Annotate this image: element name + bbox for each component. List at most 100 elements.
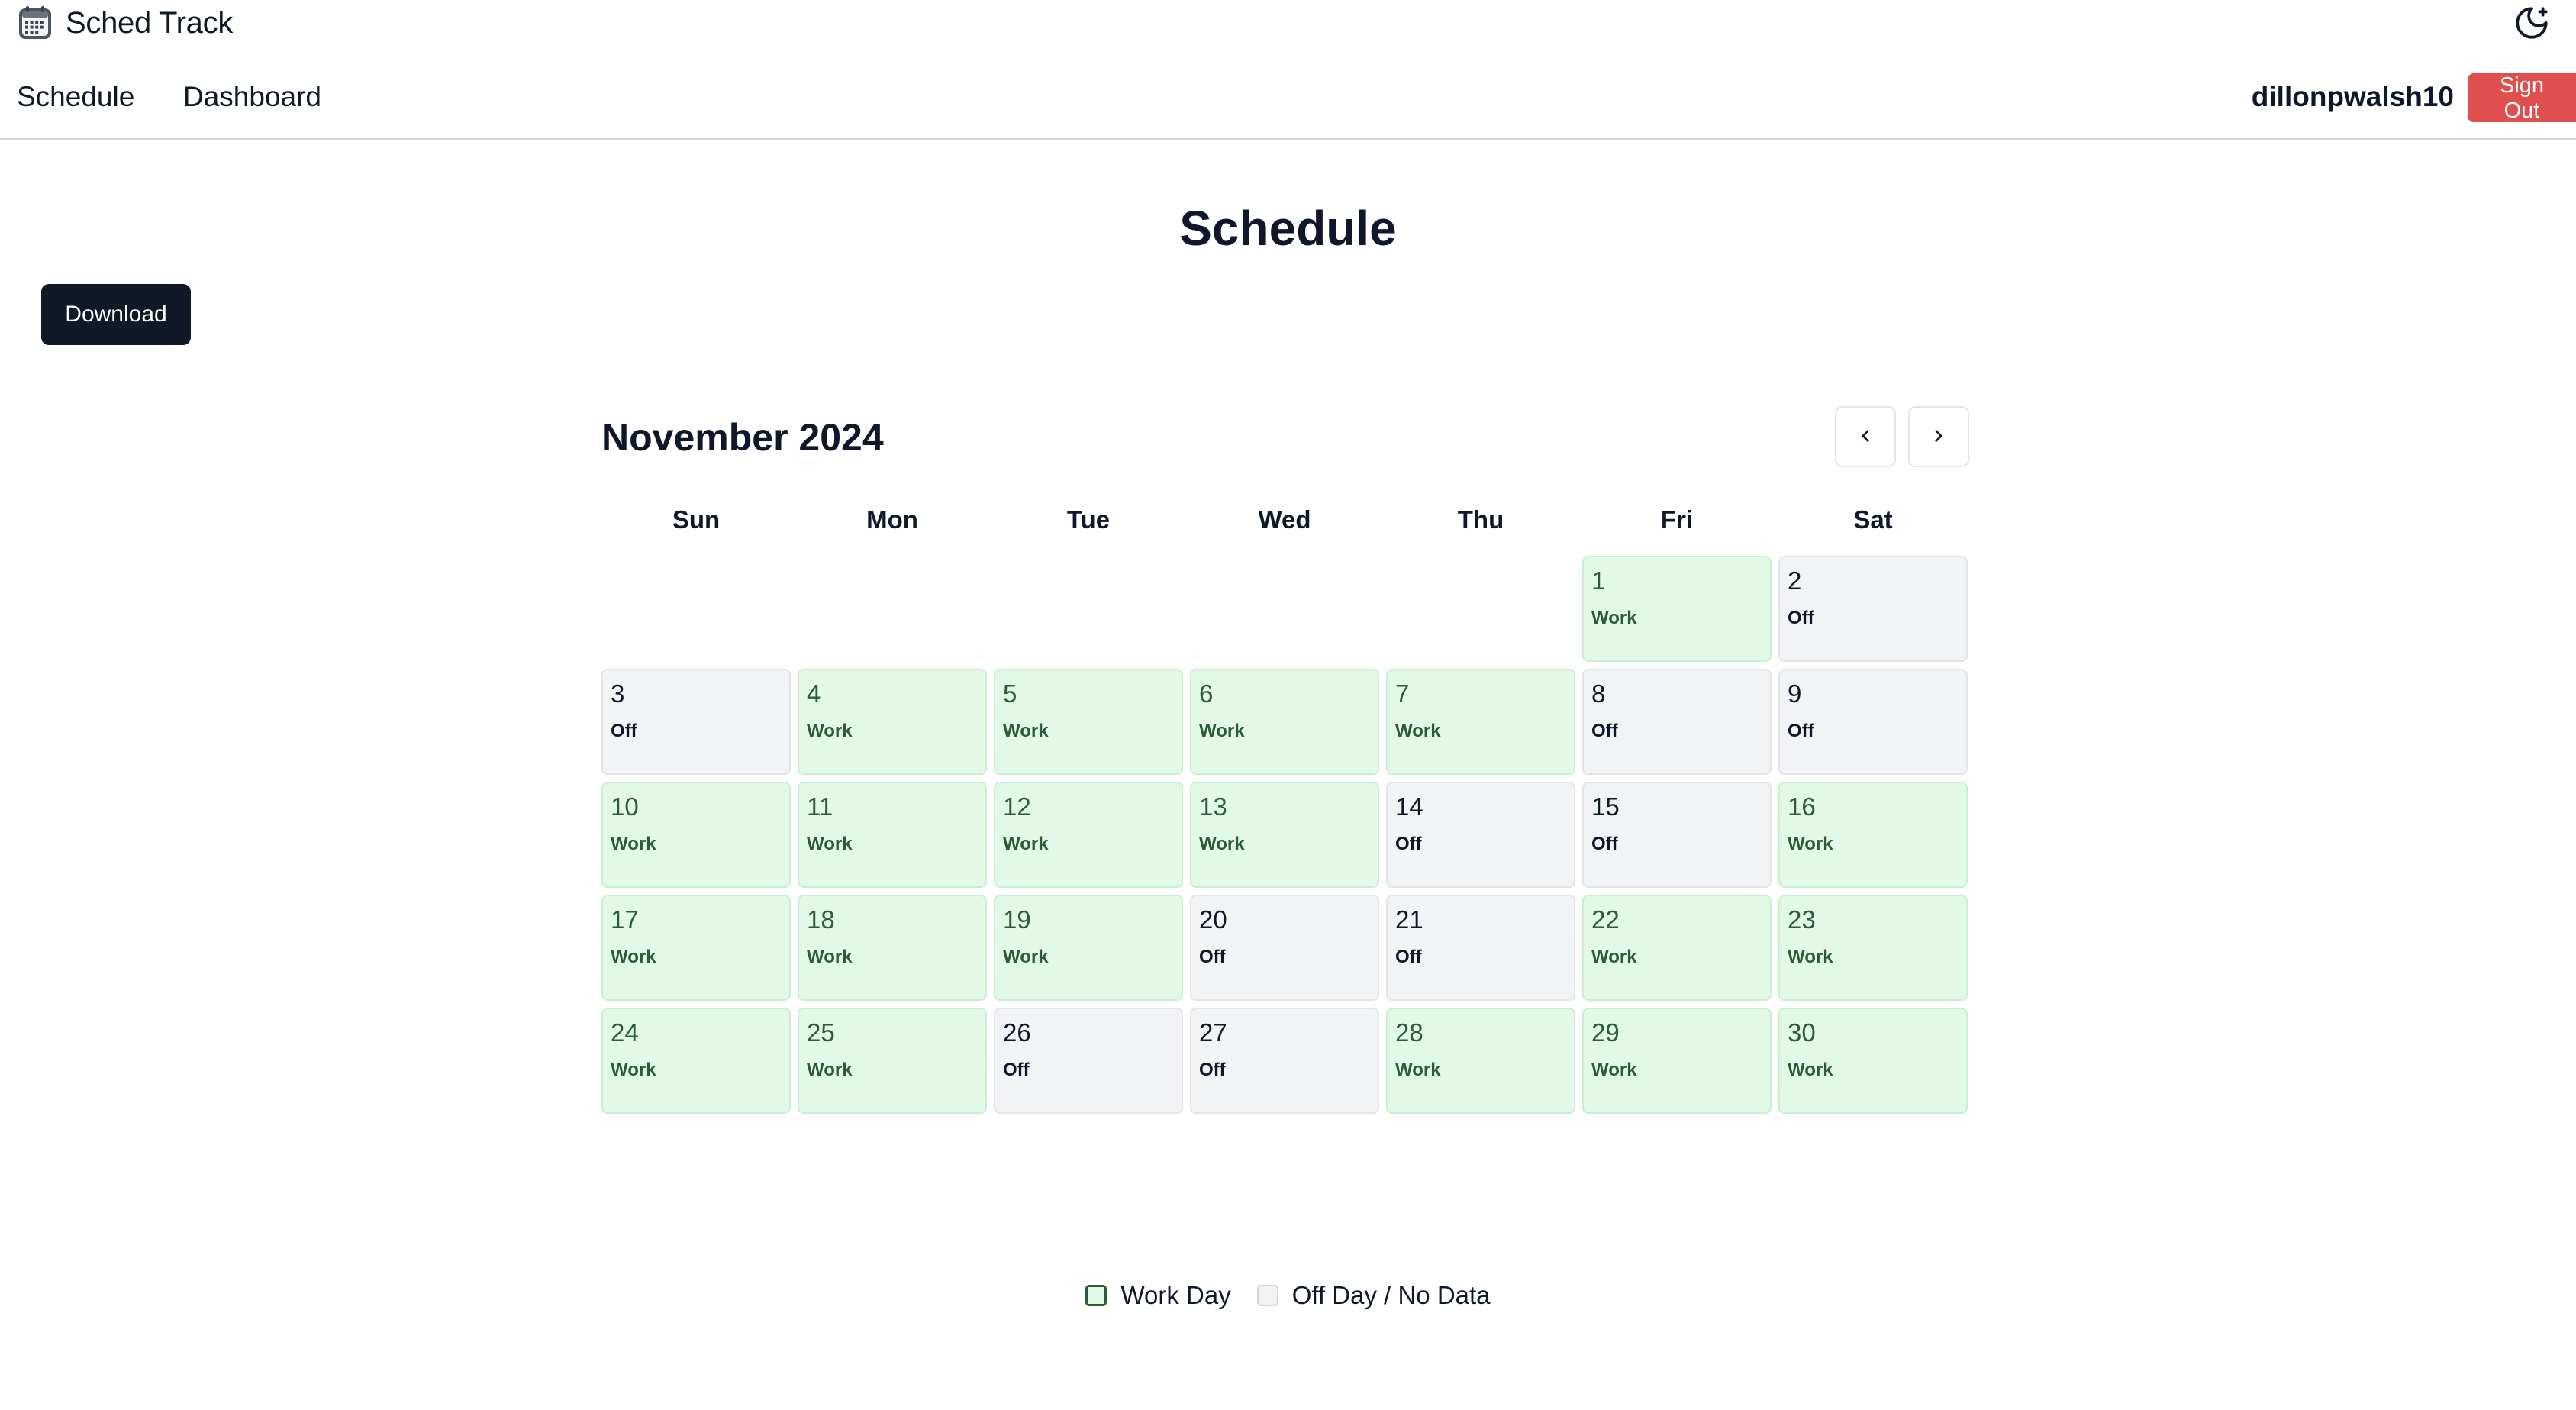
calendar-day-18[interactable]: 18 Work <box>798 895 987 1001</box>
calendar-day-30[interactable]: 30 Work <box>1778 1008 1968 1114</box>
day-number: 5 <box>1003 679 1017 708</box>
day-status: Off <box>611 721 637 741</box>
day-number: 24 <box>611 1018 639 1047</box>
calendar-day-25[interactable]: 25 Work <box>798 1008 987 1114</box>
nav-dashboard-link[interactable]: Dashboard <box>183 81 321 113</box>
legend-work-day: Work Day <box>1085 1281 1231 1310</box>
calendar-day-10[interactable]: 10 Work <box>601 782 791 888</box>
day-number: 1 <box>1591 566 1606 595</box>
day-status: Work <box>611 834 656 854</box>
day-number: 20 <box>1199 905 1227 934</box>
calendar-empty-cell <box>994 556 1183 662</box>
next-month-button[interactable] <box>1908 406 1969 467</box>
calendar-day-27[interactable]: 27 Off <box>1190 1008 1379 1114</box>
calendar-day-16[interactable]: 16 Work <box>1778 782 1968 888</box>
calendar-day-24[interactable]: 24 Work <box>601 1008 791 1114</box>
day-status: Work <box>1003 834 1049 854</box>
calendar-header: November 2024 <box>601 405 1969 470</box>
calendar-day-5[interactable]: 5 Work <box>994 669 1183 775</box>
day-number: 7 <box>1395 679 1410 708</box>
day-number: 21 <box>1395 905 1423 934</box>
weekday-label: Wed <box>1258 505 1311 534</box>
day-number: 19 <box>1003 905 1031 934</box>
calendar-grid: 1 Work 2 Off 3 Off 4 Work 5 Work 6 Work 7 Work 8 Off 9 Of… <box>601 556 1969 1114</box>
day-status: Work <box>1003 947 1049 967</box>
day-number: 10 <box>611 792 639 821</box>
main-nav: Schedule Dashboard dillonpwalsh10 Sign O… <box>0 67 2576 140</box>
calendar-day-3[interactable]: 3 Off <box>601 669 791 775</box>
day-status: Off <box>1591 721 1618 741</box>
calendar-day-1[interactable]: 1 Work <box>1582 556 1772 662</box>
day-number: 14 <box>1395 792 1423 821</box>
day-status: Work <box>807 834 853 854</box>
download-button[interactable]: Download <box>41 284 191 345</box>
calendar-icon <box>17 5 53 41</box>
calendar-day-6[interactable]: 6 Work <box>1190 669 1379 775</box>
calendar-day-20[interactable]: 20 Off <box>1190 895 1379 1001</box>
day-number: 2 <box>1788 566 1802 595</box>
calendar-day-19[interactable]: 19 Work <box>994 895 1183 1001</box>
day-status: Work <box>1003 721 1049 741</box>
weekday-label: Fri <box>1660 505 1694 534</box>
chevron-left-icon <box>1855 426 1875 448</box>
day-status: Off <box>1199 1060 1226 1080</box>
calendar-day-2[interactable]: 2 Off <box>1778 556 1968 662</box>
day-number: 4 <box>807 679 821 708</box>
theme-toggle-button[interactable] <box>2512 5 2552 44</box>
calendar-day-14[interactable]: 14 Off <box>1386 782 1575 888</box>
calendar-day-22[interactable]: 22 Work <box>1582 895 1772 1001</box>
day-status: Work <box>611 947 656 967</box>
calendar-day-13[interactable]: 13 Work <box>1190 782 1379 888</box>
calendar-day-11[interactable]: 11 Work <box>798 782 987 888</box>
nav-schedule-link[interactable]: Schedule <box>17 81 134 113</box>
day-status: Off <box>1003 1060 1030 1080</box>
day-number: 23 <box>1788 905 1816 934</box>
username: dillonpwalsh10 <box>2251 81 2454 112</box>
legend: Work Day Off Day / No Data <box>0 1281 2576 1310</box>
calendar-day-8[interactable]: 8 Off <box>1582 669 1772 775</box>
calendar-day-21[interactable]: 21 Off <box>1386 895 1575 1001</box>
day-number: 8 <box>1591 679 1606 708</box>
day-number: 3 <box>611 679 625 708</box>
day-number: 9 <box>1788 679 1802 708</box>
calendar-day-23[interactable]: 23 Work <box>1778 895 1968 1001</box>
day-number: 17 <box>611 905 639 934</box>
calendar-empty-cell <box>1386 556 1575 662</box>
weekday-header: Sun Mon Tue Wed Thu Fri Sat <box>601 505 1969 545</box>
day-status: Off <box>1199 947 1226 967</box>
brand[interactable]: Sched Track <box>17 5 233 41</box>
calendar-day-26[interactable]: 26 Off <box>994 1008 1183 1114</box>
day-status: Work <box>1199 834 1245 854</box>
sign-out-button[interactable]: Sign Out <box>2468 73 2576 123</box>
legend-work-label: Work Day <box>1120 1281 1231 1309</box>
day-number: 29 <box>1591 1018 1620 1047</box>
top-bar: Sched Track <box>0 0 2576 49</box>
previous-month-button[interactable] <box>1835 406 1896 467</box>
day-status: Off <box>1395 834 1422 854</box>
day-status: Work <box>1591 1060 1637 1080</box>
day-number: 15 <box>1591 792 1620 821</box>
day-status: Work <box>1788 1060 1833 1080</box>
day-status: Off <box>1395 947 1422 967</box>
day-status: Work <box>1591 608 1637 628</box>
day-status: Work <box>807 1060 853 1080</box>
day-number: 22 <box>1591 905 1620 934</box>
calendar-day-9[interactable]: 9 Off <box>1778 669 1968 775</box>
calendar-day-15[interactable]: 15 Off <box>1582 782 1772 888</box>
calendar-day-4[interactable]: 4 Work <box>798 669 987 775</box>
calendar-day-29[interactable]: 29 Work <box>1582 1008 1772 1114</box>
day-status: Off <box>1591 834 1618 854</box>
legend-off-label: Off Day / No Data <box>1291 1281 1491 1309</box>
day-number: 25 <box>807 1018 835 1047</box>
weekday-label: Thu <box>1457 505 1504 534</box>
calendar-empty-cell <box>601 556 791 662</box>
calendar-day-12[interactable]: 12 Work <box>994 782 1183 888</box>
day-status: Work <box>611 1060 656 1080</box>
calendar-day-17[interactable]: 17 Work <box>601 895 791 1001</box>
calendar-day-28[interactable]: 28 Work <box>1386 1008 1575 1114</box>
day-status: Work <box>1395 1060 1441 1080</box>
day-number: 16 <box>1788 792 1816 821</box>
day-number: 12 <box>1003 792 1031 821</box>
calendar-day-7[interactable]: 7 Work <box>1386 669 1575 775</box>
day-status: Work <box>1591 947 1637 967</box>
